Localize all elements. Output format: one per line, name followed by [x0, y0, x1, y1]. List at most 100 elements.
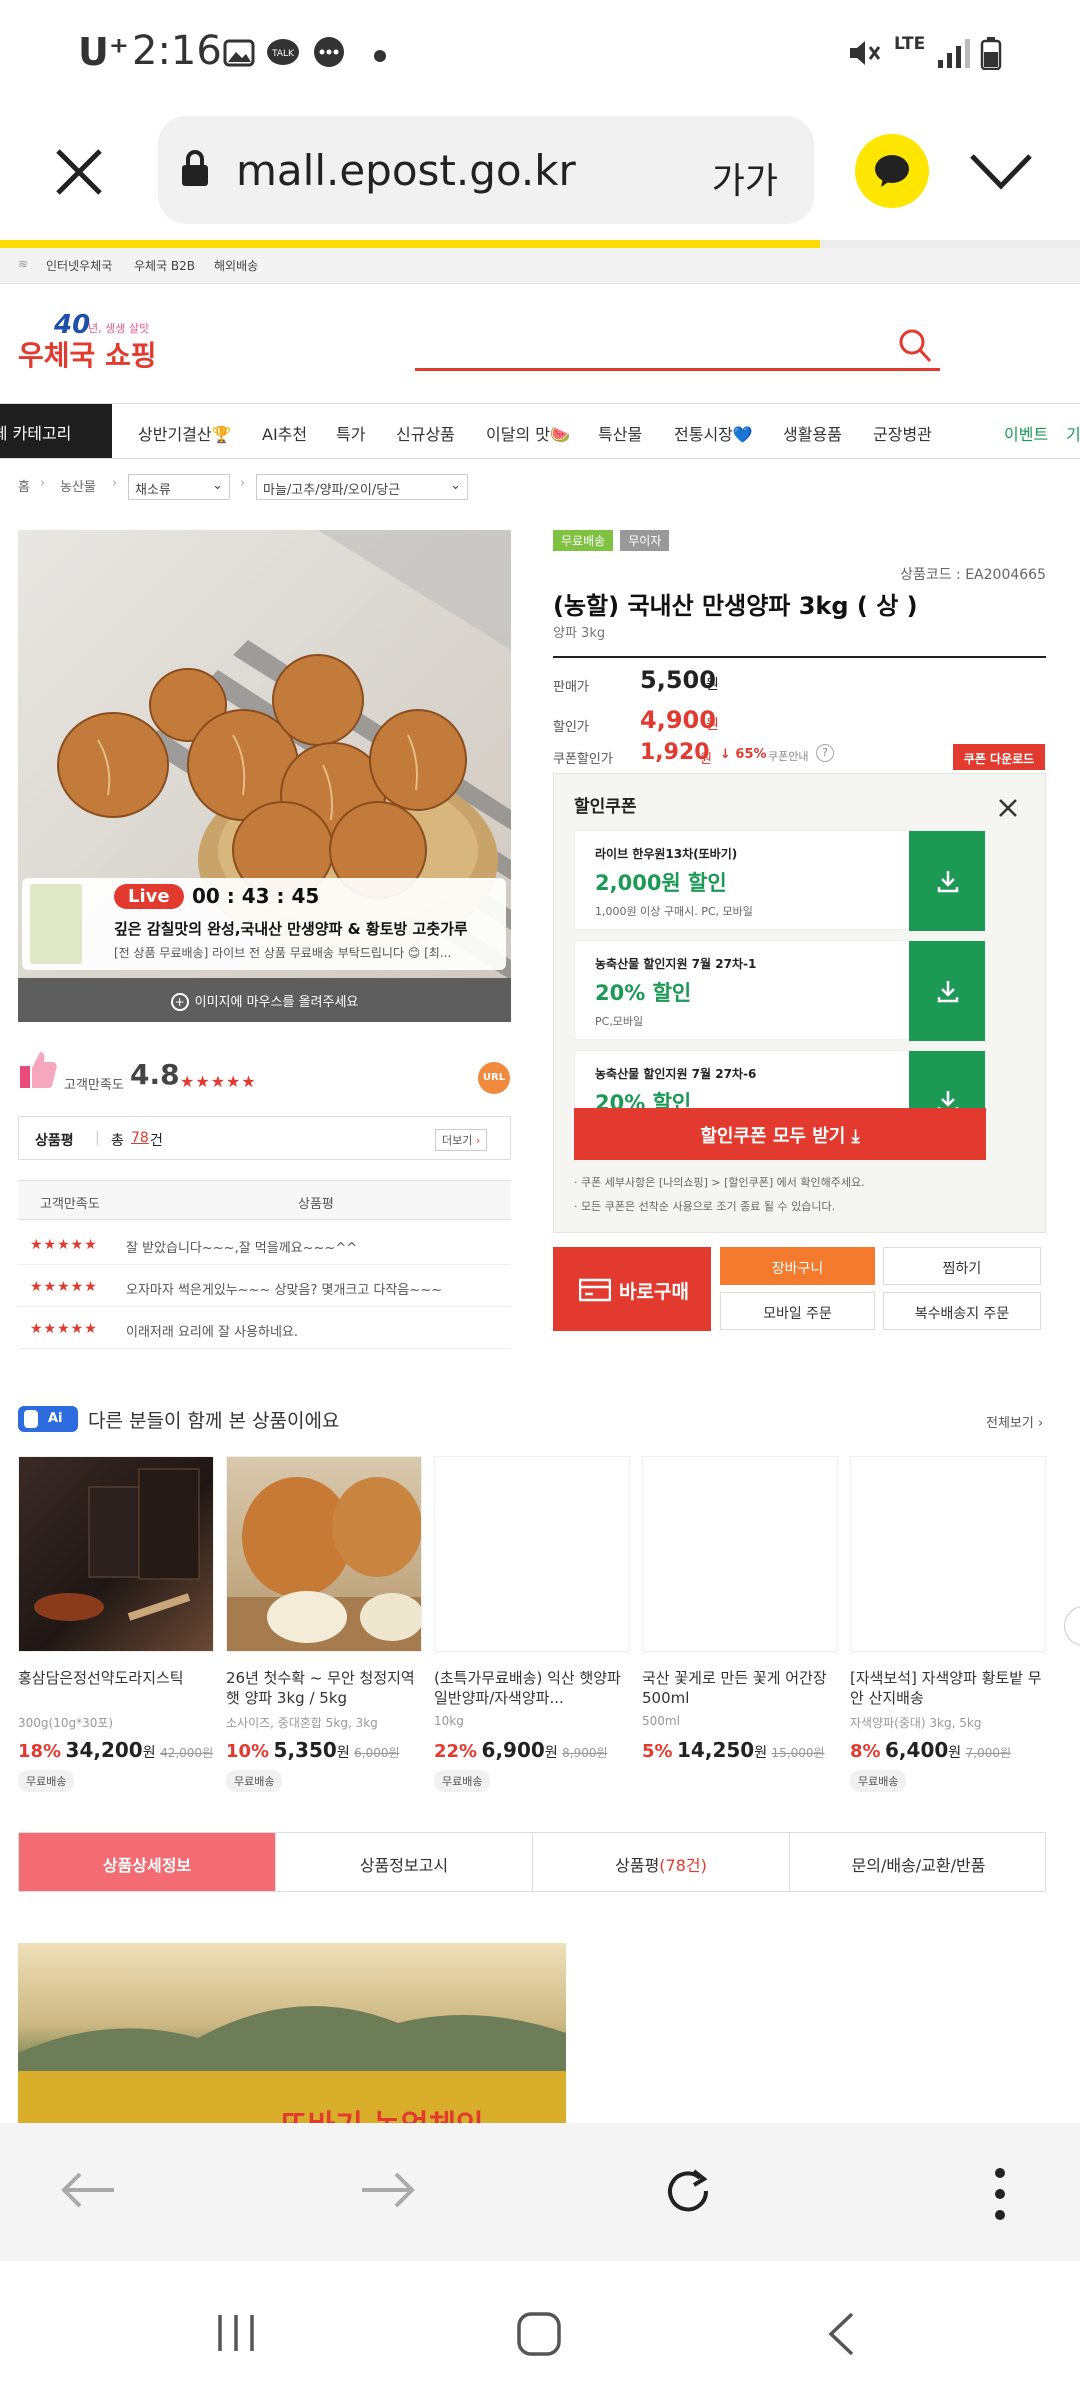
- product-thumbnail: [226, 1456, 422, 1652]
- menu-item-ai[interactable]: AI추천: [262, 421, 307, 445]
- recommend-item-spec: 소사이즈, 중대혼합 5kg, 3kg: [226, 1716, 378, 1730]
- url-text[interactable]: mall.epost.go.kr: [236, 146, 576, 195]
- category-menu: 전체 카테고리 상반기결산🏆 AI추천 특가 신규상품 이달의 맛🍉 특산물 전…: [0, 403, 1080, 459]
- chevron-down-icon[interactable]: [968, 150, 1034, 192]
- recommend-item-spec: 500ml: [642, 1714, 680, 1728]
- recommend-item-price: 10% 5,350원 6,000원: [226, 1738, 422, 1762]
- breadcrumb-sep: ›: [112, 476, 118, 491]
- carousel-next-button[interactable]: [1064, 1606, 1080, 1646]
- more-menu-icon[interactable]: [990, 2165, 1010, 2223]
- price: 6,400: [885, 1738, 949, 1762]
- recommend-item[interactable]: 26년 첫수확 ~ 무안 청정지역 햇 양파 3kg / 5kg 소사이즈, 중…: [226, 1456, 422, 1792]
- search-icon[interactable]: [898, 328, 932, 364]
- progress-track: [820, 240, 1080, 248]
- multi-ship-button[interactable]: 복수배송지 주문: [883, 1292, 1041, 1330]
- menu-item-specialty[interactable]: 특산물: [598, 421, 642, 445]
- post-logo-icon: ≋: [18, 257, 29, 271]
- close-icon[interactable]: [52, 145, 106, 199]
- discount-rate: 10%: [226, 1741, 270, 1762]
- top-link-internet-post[interactable]: 인터넷우체국: [46, 257, 112, 274]
- recommend-item[interactable]: 홍삼담은정선약도라지스틱 300g(10g*30포) 18% 34,200원 4…: [18, 1456, 214, 1792]
- coupon-download-button[interactable]: 쿠폰 다운로드: [953, 744, 1045, 770]
- discount-rate: 18%: [18, 1741, 62, 1762]
- menu-item-more[interactable]: 기: [1066, 421, 1080, 445]
- all-categories-button[interactable]: 전체 카테고리: [0, 404, 112, 458]
- coupon-download-tile[interactable]: [909, 941, 985, 1041]
- get-all-coupons-button[interactable]: 할인쿠폰 모두 받기 ⤓: [574, 1108, 986, 1160]
- tab-qna[interactable]: 문의/배송/교환/반품: [790, 1833, 1047, 1891]
- menu-item-living[interactable]: 생활용품: [783, 421, 842, 445]
- address-bar[interactable]: mall.epost.go.kr 가가: [158, 116, 814, 224]
- menu-item-market[interactable]: 전통시장💙: [674, 421, 753, 445]
- menu-item-new[interactable]: 신규상품: [396, 421, 455, 445]
- search-input[interactable]: [415, 368, 940, 371]
- gallery-icon: [223, 39, 255, 67]
- price-unit: 원: [948, 1745, 962, 1761]
- tab-reviews-label: 상품평: [615, 1856, 660, 1875]
- sale-label: 할인가: [553, 720, 589, 735]
- tab-info-notice[interactable]: 상품정보고시: [276, 1833, 533, 1891]
- forward-arrow-icon[interactable]: [360, 2168, 416, 2212]
- review-stars: ★★★★★: [30, 1237, 98, 1253]
- mobile-order-button[interactable]: 모바일 주문: [720, 1292, 875, 1330]
- robot-icon: [24, 1410, 38, 1428]
- breadcrumb-cat1[interactable]: 농산물: [60, 476, 96, 495]
- url-share-button[interactable]: URL: [478, 1062, 510, 1094]
- recommend-item[interactable]: [자색보석] 자색양파 황토밭 무안 산지배송 자색양파(중대) 3kg, 5k…: [850, 1456, 1046, 1792]
- free-shipping-tag: 무료배송: [434, 1770, 491, 1792]
- kakao-chat-button[interactable]: [855, 134, 929, 208]
- product-thumbnail: [850, 1456, 1046, 1652]
- review-row[interactable]: ★★★★★ 오자마자 썩은게있누~~~ 상맞음? 몇개크고 다작음~~~: [18, 1265, 511, 1307]
- live-thumbnail: [30, 884, 82, 964]
- text-size-button[interactable]: 가가: [712, 152, 778, 204]
- category-select-2[interactable]: 마늘/고추/양파/오이/당근 ⌄: [256, 474, 468, 500]
- recommend-item[interactable]: 국산 꽃게로 만든 꽃게 어간장 500ml 500ml 5% 14,250원 …: [642, 1456, 838, 1762]
- cart-button[interactable]: 장바구니: [720, 1247, 875, 1285]
- recommend-item-name: 홍삼담은정선약도라지스틱: [18, 1669, 184, 1687]
- signal-icon: [938, 39, 970, 68]
- menu-item-event[interactable]: 이벤트: [1004, 421, 1048, 445]
- sale-unit: 원: [706, 717, 719, 733]
- product-code: 상품코드 : EA2004665: [900, 567, 1046, 583]
- top-link-overseas[interactable]: 해외배송: [214, 257, 258, 274]
- coupon-name: 농축산물 할인지원 7월 27차-6: [595, 1067, 757, 1081]
- review-text: 이래저래 요리에 잘 사용하네요.: [126, 1325, 299, 1340]
- live-broadcast-card[interactable]: Live 00 : 43 : 45 깊은 감칠맛의 완성,국내산 만생양파 & …: [22, 878, 506, 970]
- coupon-info-link[interactable]: 쿠폰안내: [768, 748, 808, 764]
- review-count: 78: [131, 1130, 149, 1146]
- menu-item-military[interactable]: 군장병관: [873, 421, 932, 445]
- coupon-download-tile[interactable]: [909, 1051, 985, 1110]
- refresh-icon[interactable]: [660, 2163, 716, 2219]
- coupon-download-tile[interactable]: [909, 831, 985, 931]
- tab-detail-info[interactable]: 상품상세정보: [19, 1833, 276, 1891]
- menu-item-half-year[interactable]: 상반기결산🏆: [138, 421, 232, 445]
- onion-photo: [227, 1477, 421, 1651]
- home-icon[interactable]: [516, 2311, 562, 2357]
- price: 6,900: [481, 1738, 545, 1762]
- back-arrow-icon[interactable]: [60, 2168, 116, 2212]
- review-more-button[interactable]: 더보기 ›: [435, 1129, 488, 1151]
- breadcrumb-home[interactable]: 홈: [18, 476, 30, 495]
- view-all-link[interactable]: 전체보기 ›: [986, 1412, 1043, 1431]
- wish-button[interactable]: 찜하기: [883, 1247, 1041, 1285]
- ai-badge-text: Ai: [48, 1411, 63, 1426]
- coupon-item: 농축산물 할인지원 7월 27차-6 20% 할인: [574, 1050, 986, 1110]
- detail-banner-image: 또바기 농업체인: [18, 1943, 566, 2123]
- recommend-item[interactable]: (초특가무료배송) 익산 햇양파 일반양파/자색양파... 10kg 22% 6…: [434, 1456, 630, 1792]
- review-row[interactable]: ★★★★★ 잘 받았습니다~~~,잘 먹을께요~~~^^: [18, 1223, 511, 1265]
- tab-reviews[interactable]: 상품평(78건): [533, 1833, 790, 1891]
- logo-text: 우체국 쇼핑: [18, 339, 157, 372]
- menu-item-special[interactable]: 특가: [336, 421, 365, 445]
- review-stars: ★★★★★: [30, 1321, 98, 1337]
- buy-now-button[interactable]: 바로구매: [553, 1247, 711, 1331]
- help-icon[interactable]: ?: [816, 744, 834, 762]
- menu-item-month-taste[interactable]: 이달의 맛🍉: [486, 421, 570, 445]
- recent-apps-icon[interactable]: [214, 2311, 258, 2355]
- close-icon[interactable]: [998, 798, 1018, 818]
- coupon-name: 농축산물 할인지원 7월 27차-1: [595, 957, 757, 971]
- top-link-b2b[interactable]: 우체국 B2B: [134, 257, 195, 274]
- divider: [553, 656, 1046, 658]
- review-row[interactable]: ★★★★★ 이래저래 요리에 잘 사용하네요.: [18, 1307, 511, 1349]
- system-back-icon[interactable]: [826, 2311, 856, 2357]
- category-select-1[interactable]: 채소류 ⌄: [128, 474, 230, 500]
